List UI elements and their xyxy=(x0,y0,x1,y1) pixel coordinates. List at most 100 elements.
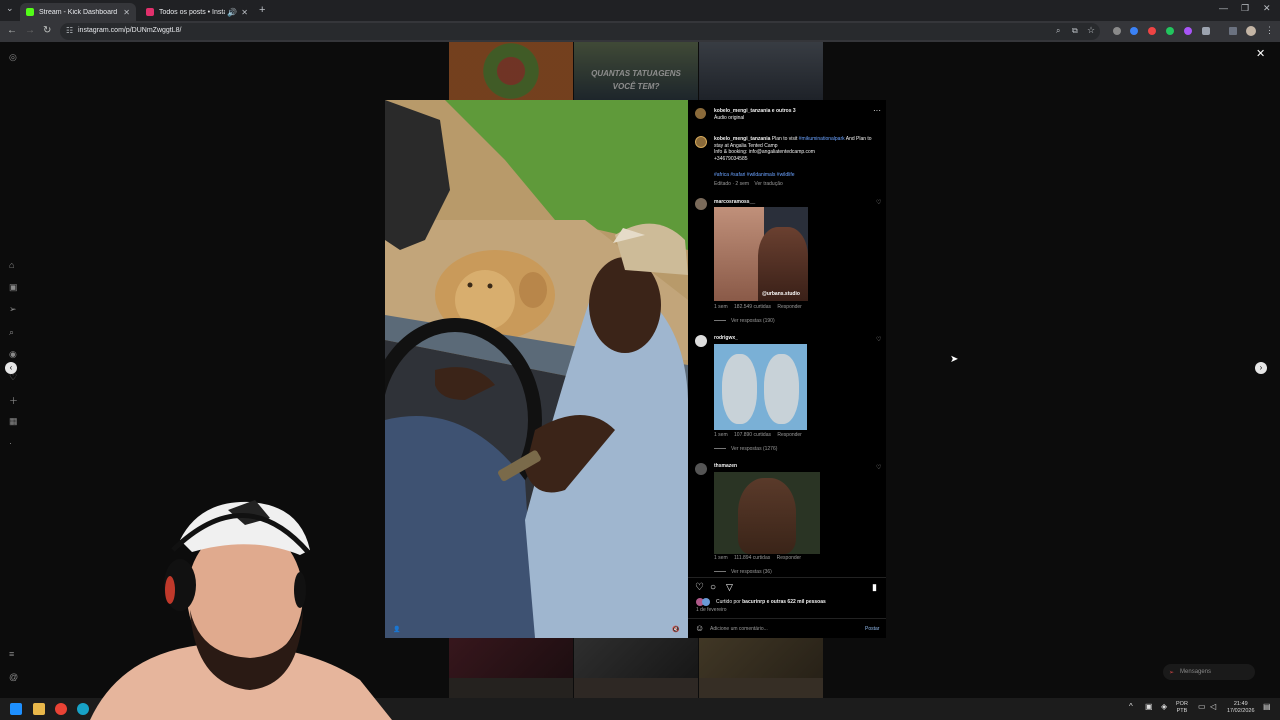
liked-by-user[interactable]: bacurinrp xyxy=(742,599,765,605)
tray-chevron-icon[interactable]: ^ xyxy=(1129,702,1133,711)
site-info-icon[interactable]: ☷ xyxy=(66,26,73,35)
speaker-icon[interactable]: 🔊 xyxy=(227,8,237,17)
save-bookmark-icon[interactable]: ▮ xyxy=(872,582,877,593)
maximize-icon[interactable]: ❐ xyxy=(1241,3,1249,14)
mute-icon[interactable]: 🔇 xyxy=(672,626,679,633)
background-post-thumb[interactable] xyxy=(699,678,823,698)
extension-green-icon[interactable] xyxy=(1166,27,1174,35)
messages-icon[interactable]: ➢ xyxy=(9,304,17,315)
background-post-thumb[interactable] xyxy=(449,638,573,678)
reply-button[interactable]: Responder xyxy=(777,555,801,561)
back-icon[interactable]: ← xyxy=(7,25,17,36)
language-indicator[interactable]: POR PTB xyxy=(1176,701,1188,715)
background-post-thumb[interactable] xyxy=(574,678,698,698)
comment-avatar[interactable] xyxy=(695,198,707,210)
tab-kick-dashboard[interactable]: Stream - Kick Dashboard ✕ xyxy=(20,3,136,21)
comment-likes[interactable]: 182.549 curtidas xyxy=(734,304,771,310)
emoji-icon[interactable]: ☺ xyxy=(695,623,704,633)
comment-like-icon[interactable]: ♡ xyxy=(876,464,881,471)
search-icon[interactable]: ⌕ xyxy=(9,327,14,338)
comment-avatar[interactable] xyxy=(695,463,707,475)
post-comment-button[interactable]: Postar xyxy=(865,626,879,633)
create-icon[interactable]: ＋ xyxy=(9,394,18,407)
background-post-thumb[interactable] xyxy=(449,42,573,100)
tagged-users-icon[interactable]: 👤 xyxy=(393,626,400,633)
instagram-logo-icon[interactable]: ◎ xyxy=(9,52,17,63)
reply-button[interactable]: Responder xyxy=(777,304,801,310)
new-tab-icon[interactable]: + xyxy=(259,4,265,16)
comment-likes[interactable]: 111.894 curtidas xyxy=(734,555,770,561)
background-post-thumb[interactable] xyxy=(574,638,698,678)
liked-by[interactable]: Curtido por bacurinrp e outras 622 mil p… xyxy=(716,599,826,606)
volume-icon[interactable]: ◁ xyxy=(1210,702,1216,711)
post-video[interactable]: 👤 🔇 xyxy=(385,100,688,638)
zoom-icon[interactable]: ⌕ xyxy=(1056,26,1060,36)
tray-mic-icon[interactable]: ◈ xyxy=(1161,702,1167,711)
caption-hashtags[interactable]: #africa #safari #wildanimals #wildlife xyxy=(714,172,795,179)
caption-author[interactable]: kobelo_mengi_tanzania xyxy=(714,136,770,142)
reels-icon[interactable]: ▣ xyxy=(9,282,18,293)
hashtag-link[interactable]: #mikuminationalpark xyxy=(799,136,845,142)
install-icon[interactable]: ⧉ xyxy=(1072,26,1078,36)
extension-shield-icon[interactable] xyxy=(1113,27,1121,35)
comment-user[interactable]: thsmazen xyxy=(714,463,737,470)
ellipsis-icon[interactable]: ··· xyxy=(873,106,881,115)
extensions-puzzle-icon[interactable] xyxy=(1202,27,1210,35)
audio-label[interactable]: Áudio original xyxy=(714,115,744,122)
comment-likes[interactable]: 107.890 curtidas xyxy=(734,432,771,438)
comment-avatar[interactable] xyxy=(695,335,707,347)
profile-avatar[interactable] xyxy=(1246,26,1256,36)
liked-by-suffix[interactable]: e outras 622 mil pessoas xyxy=(765,599,826,605)
view-replies[interactable]: Ver respostas (190) xyxy=(714,318,775,325)
dashboard-icon[interactable]: ▦ xyxy=(9,416,18,427)
home-icon[interactable]: ⌂ xyxy=(9,260,14,270)
comment-user[interactable]: rodrigwx_ xyxy=(714,335,738,342)
explore-icon[interactable]: ◉ xyxy=(9,349,17,360)
background-post-thumb[interactable] xyxy=(449,678,573,698)
close-window-icon[interactable]: ✕ xyxy=(1263,3,1271,14)
tab-instagram[interactable]: Todos os posts • Instagram 🔊 ✕ xyxy=(140,3,254,21)
view-replies-label[interactable]: Ver respostas (36) xyxy=(731,569,772,575)
forward-icon[interactable]: → xyxy=(25,25,35,36)
next-post-icon[interactable]: › xyxy=(1255,362,1267,374)
comment-like-icon[interactable]: ♡ xyxy=(876,336,881,343)
menu-kebab-icon[interactable]: ⋮ xyxy=(1265,25,1274,36)
liker-avatar[interactable] xyxy=(702,598,710,606)
post-author[interactable]: kobelo_mengi_tanzania e outros 3 xyxy=(714,108,796,115)
close-tab-icon[interactable]: ✕ xyxy=(123,8,130,17)
extension-red-icon[interactable] xyxy=(1148,27,1156,35)
previous-post-icon[interactable]: ‹ xyxy=(5,362,17,374)
comment-user[interactable]: marcosramoss__ xyxy=(714,199,755,206)
notification-icon[interactable]: ▤ xyxy=(1263,702,1271,711)
bookmark-star-icon[interactable]: ☆ xyxy=(1087,25,1095,36)
minimize-icon[interactable]: — xyxy=(1219,3,1228,13)
messages-pill[interactable]: ➢ Mensagens xyxy=(1163,664,1255,680)
translate-link[interactable]: Ver tradução xyxy=(754,181,782,187)
side-panel-icon[interactable] xyxy=(1229,27,1237,35)
view-replies[interactable]: Ver respostas (36) xyxy=(714,569,772,576)
close-tab-icon[interactable]: ✕ xyxy=(241,8,248,17)
comment-like-icon[interactable]: ♡ xyxy=(876,199,881,206)
profile-icon[interactable]: · xyxy=(9,438,12,448)
view-replies-label[interactable]: Ver respostas (1276) xyxy=(731,446,777,452)
background-post-thumb[interactable] xyxy=(699,638,823,678)
reload-icon[interactable]: ↻ xyxy=(43,25,51,36)
extension-purple-icon[interactable] xyxy=(1184,27,1192,35)
tab-search-icon[interactable]: ⌄ xyxy=(6,3,14,14)
comment-icon[interactable]: ○ xyxy=(710,582,716,593)
system-clock[interactable]: 21:49 17/02/2026 xyxy=(1227,701,1255,715)
share-icon[interactable]: ▽ xyxy=(726,582,733,593)
background-post-thumb[interactable] xyxy=(699,42,823,100)
close-modal-icon[interactable]: ✕ xyxy=(1256,47,1265,60)
network-icon[interactable]: ▭ xyxy=(1198,702,1206,711)
background-post-thumb[interactable]: QUANTAS TATUAGENS VOCÊ TEM? xyxy=(574,42,698,100)
address-bar[interactable]: ☷ instagram.com/p/DUNmZwggtL8/ ⌕ ⧉ ☆ xyxy=(60,23,1100,40)
like-icon[interactable]: ♡ xyxy=(695,582,704,593)
reply-button[interactable]: Responder xyxy=(777,432,801,438)
view-replies[interactable]: Ver respostas (1276) xyxy=(714,446,777,453)
author-avatar[interactable] xyxy=(695,108,706,119)
caption-author-avatar[interactable] xyxy=(695,136,707,148)
comment-input[interactable]: Adicione um comentário... xyxy=(710,626,768,633)
extension-audio-icon[interactable] xyxy=(1130,27,1138,35)
tray-app-icon[interactable]: ▣ xyxy=(1145,702,1153,711)
